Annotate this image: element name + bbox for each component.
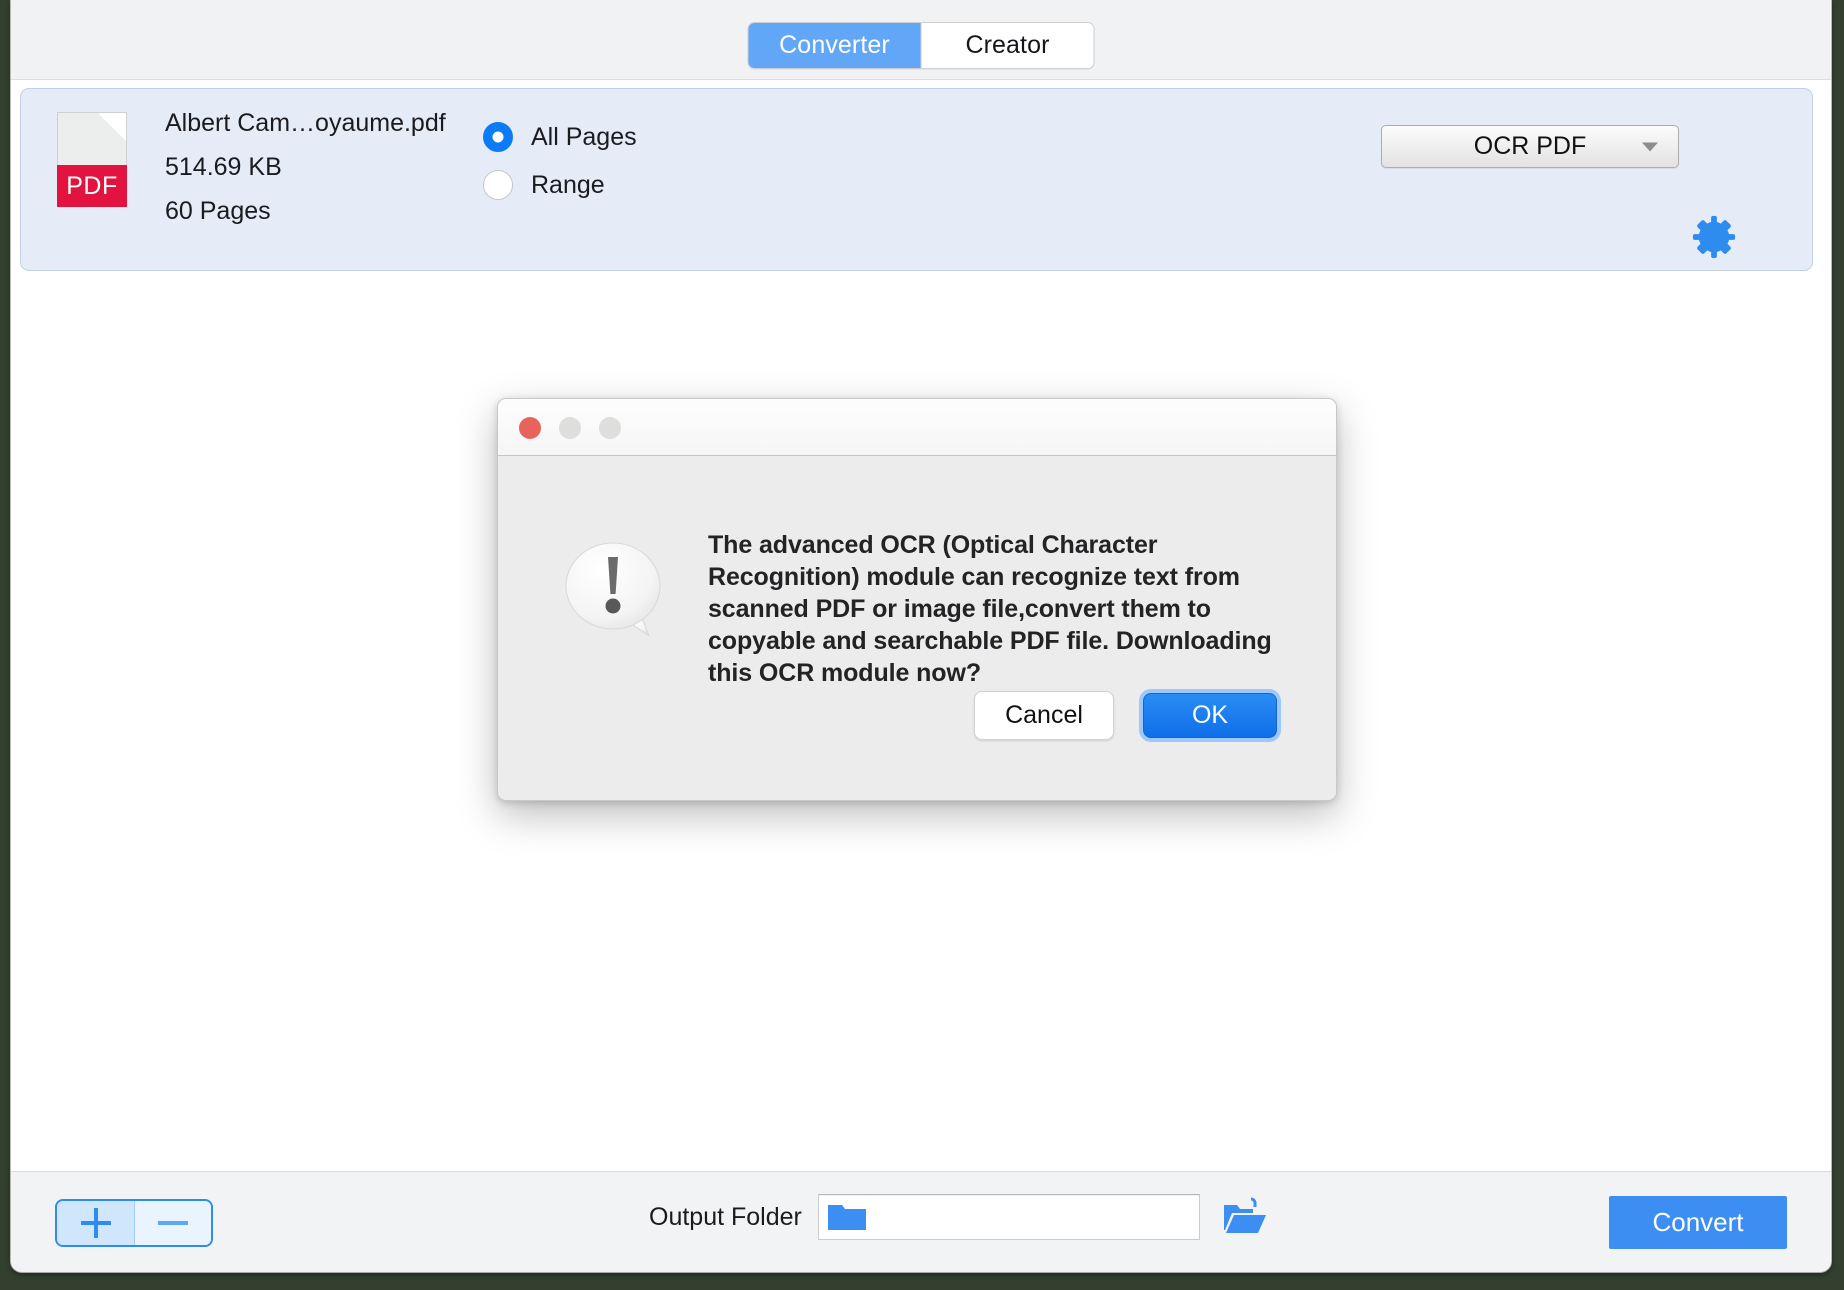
- ok-button[interactable]: OK: [1143, 693, 1277, 738]
- convert-button[interactable]: Convert: [1609, 1196, 1787, 1249]
- radio-all-pages-label: All Pages: [531, 122, 637, 151]
- output-format-value: OCR PDF: [1473, 132, 1587, 160]
- ocr-download-dialog: The advanced OCR (Optical Character Reco…: [497, 398, 1337, 801]
- add-file-button[interactable]: [57, 1201, 134, 1245]
- file-name: Albert Cam…oyaume.pdf: [165, 109, 446, 137]
- file-size: 514.69 KB: [165, 153, 282, 181]
- radio-option-all-pages[interactable]: All Pages: [483, 113, 637, 161]
- cancel-button[interactable]: Cancel: [974, 691, 1114, 740]
- pdf-file-icon: PDF: [57, 112, 127, 207]
- radio-range[interactable]: [483, 170, 513, 200]
- bottom-bar: Output Folder Convert: [11, 1171, 1831, 1272]
- close-icon[interactable]: [519, 417, 541, 439]
- open-folder-icon[interactable]: [1222, 1197, 1268, 1237]
- folder-icon: [827, 1205, 866, 1230]
- maximize-icon: [599, 417, 621, 439]
- pdf-badge-label: PDF: [57, 165, 127, 207]
- minimize-icon: [559, 417, 581, 439]
- add-remove-file-control[interactable]: [55, 1199, 213, 1247]
- output-folder-label: Output Folder: [649, 1202, 802, 1231]
- mode-segmented-control[interactable]: Converter Creator: [747, 22, 1095, 69]
- radio-range-label: Range: [531, 170, 605, 199]
- radio-option-range[interactable]: Range: [483, 161, 637, 209]
- file-metadata: Albert Cam…oyaume.pdf 514.69 KB 60 Pages: [165, 108, 446, 240]
- gear-icon[interactable]: [1691, 214, 1737, 260]
- file-row-card[interactable]: PDF Albert Cam…oyaume.pdf 514.69 KB 60 P…: [20, 88, 1813, 271]
- tab-creator[interactable]: Creator: [920, 23, 1094, 68]
- dialog-button-row: Cancel OK: [974, 689, 1281, 742]
- chevron-down-icon: [1642, 142, 1658, 151]
- exclamation-speech-bubble-icon: [565, 542, 661, 638]
- top-toolbar: Converter Creator: [11, 0, 1831, 80]
- ok-button-focus-ring: OK: [1139, 689, 1281, 742]
- output-folder-field[interactable]: [817, 1194, 1200, 1240]
- application-window: Converter Creator PDF Albert Cam…oyaume.…: [10, 0, 1832, 1273]
- dialog-body: The advanced OCR (Optical Character Reco…: [498, 456, 1336, 800]
- remove-file-button[interactable]: [134, 1201, 211, 1245]
- tab-converter[interactable]: Converter: [748, 23, 921, 68]
- plus-icon: [80, 1208, 111, 1238]
- page-fold-icon: [98, 113, 126, 141]
- page-range-radio-group[interactable]: All Pages Range: [483, 113, 637, 209]
- radio-all-pages[interactable]: [483, 122, 513, 152]
- file-page-count: 60 Pages: [165, 197, 271, 225]
- output-format-dropdown[interactable]: OCR PDF: [1381, 125, 1679, 168]
- minus-icon: [158, 1221, 188, 1225]
- output-folder-row: Output Folder: [649, 1194, 1268, 1240]
- dialog-message-text: The advanced OCR (Optical Character Reco…: [708, 531, 1272, 687]
- dialog-titlebar: [498, 399, 1336, 456]
